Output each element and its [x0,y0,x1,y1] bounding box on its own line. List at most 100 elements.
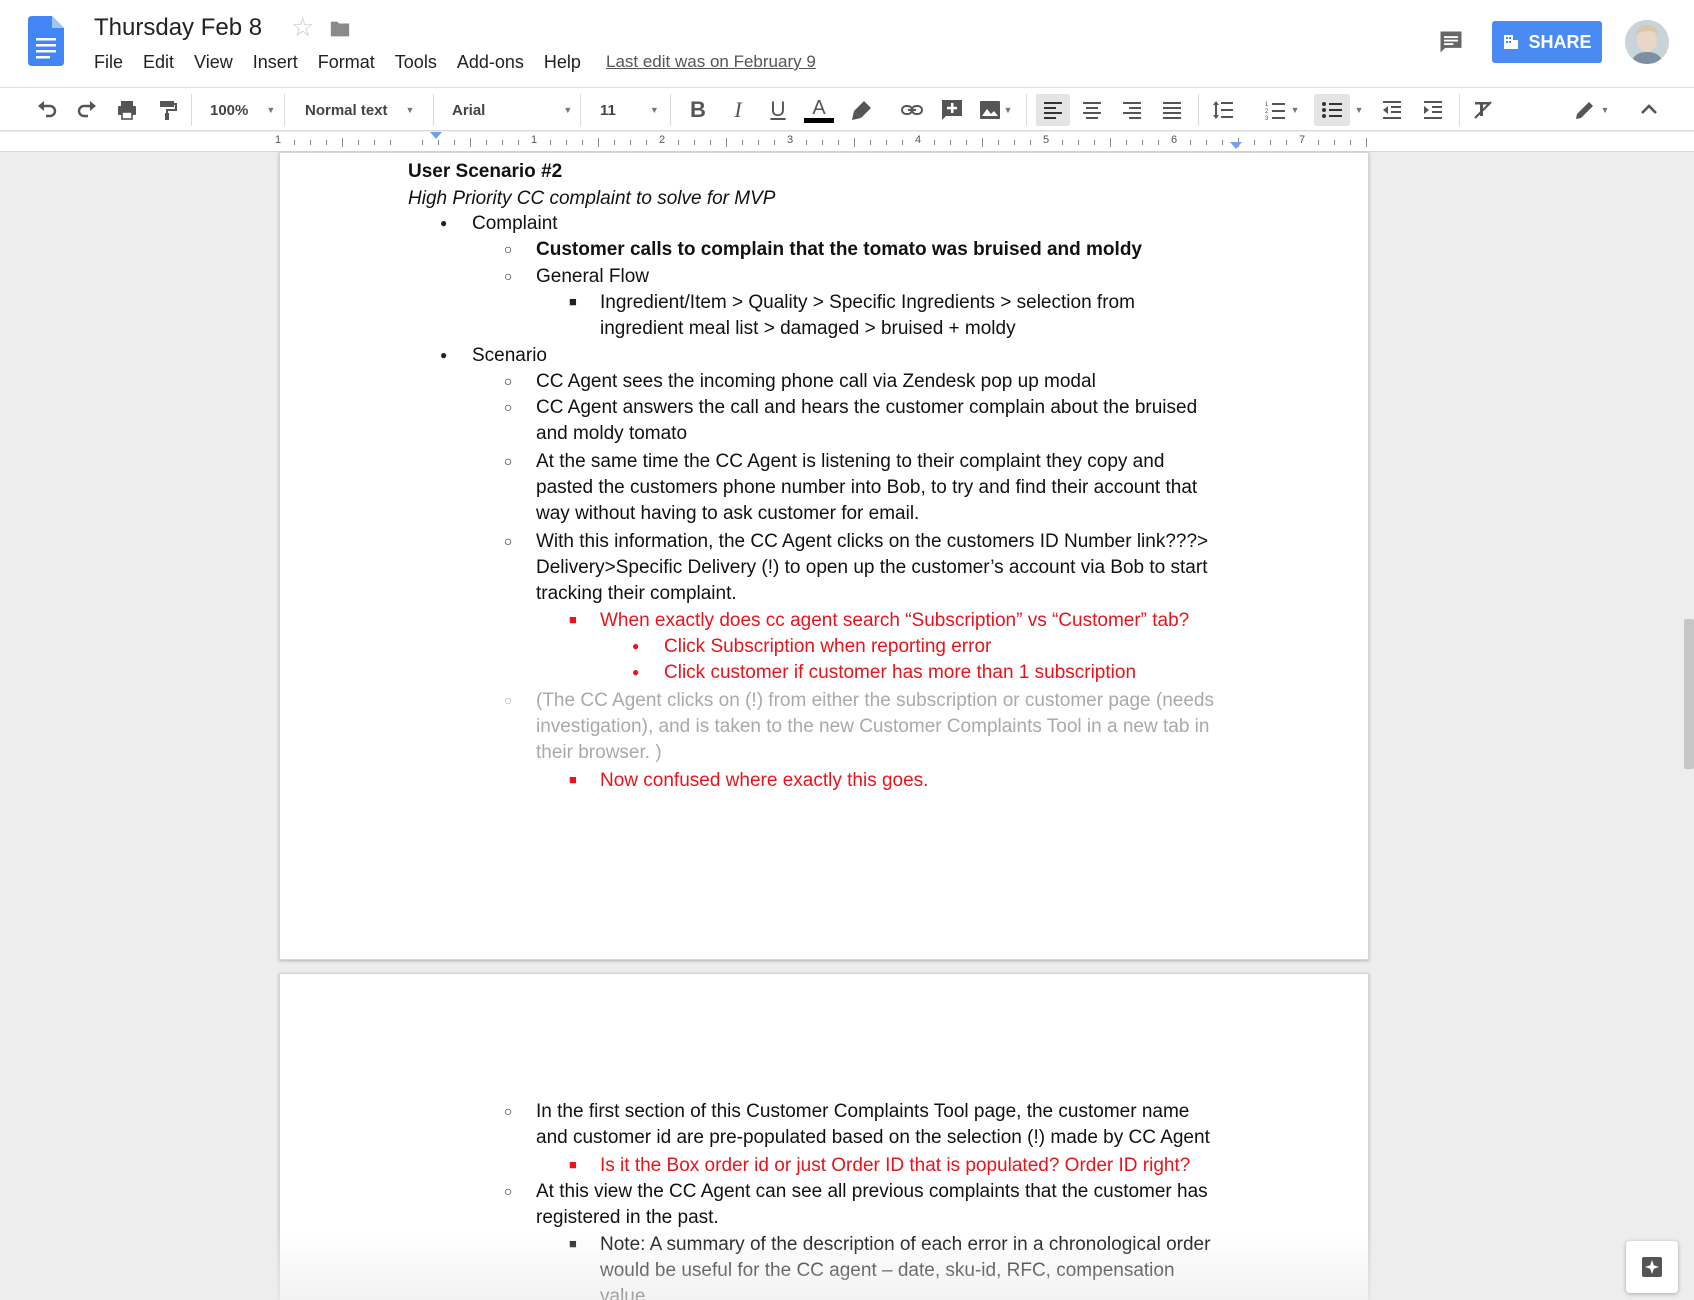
ruler-tick [390,140,391,145]
align-right-icon[interactable] [1117,94,1147,126]
list-item: Customer calls to complain that the toma… [536,239,1142,260]
bullet-disc [632,634,639,661]
last-edit-link[interactable]: Last edit was on February 9 [606,52,816,72]
comment-add-icon[interactable] [937,94,967,126]
list-item: General Flow [536,266,649,287]
ruler-tick [822,140,823,145]
font-family-select[interactable]: Arial ▼ [452,94,572,126]
bullet-square [569,1232,577,1259]
align-center-icon[interactable] [1077,94,1107,126]
menu-bar: File Edit View Insert Format Tools Add-o… [94,50,601,75]
avatar[interactable] [1625,20,1669,64]
star-icon[interactable]: ☆ [291,14,314,40]
menu-format[interactable]: Format [318,50,385,75]
font-size-value: 11 [600,101,616,119]
scrollbar-thumb[interactable] [1684,619,1694,769]
italic-icon[interactable]: I [724,94,752,126]
print-icon[interactable] [112,94,142,126]
chevron-down-icon: ▼ [649,105,659,115]
ruler-number: 1 [531,134,538,146]
menu-file[interactable]: File [94,50,133,75]
menu-help[interactable]: Help [544,50,591,75]
ruler-tick [1014,140,1015,145]
right-margin-marker-icon[interactable] [1230,142,1242,149]
image-icon[interactable]: ▼ [975,94,1015,126]
folder-icon[interactable] [329,18,351,40]
paragraph-style-select[interactable]: Normal text ▼ [305,94,414,126]
list-item-continuation: and customer id are pre-populated based … [536,1127,1210,1148]
svg-text:2: 2 [1265,109,1269,115]
editing-mode-icon[interactable]: ▼ [1568,94,1614,126]
align-justify-icon[interactable] [1157,94,1187,126]
list-item-continuation: tracking their complaint. [536,583,737,604]
toolbar-divider [1026,94,1027,126]
ruler-number: 5 [1043,134,1050,146]
share-button[interactable]: SHARE [1492,21,1602,63]
line-spacing-icon[interactable] [1208,94,1238,126]
comments-icon[interactable] [1436,28,1466,56]
redo-icon[interactable] [72,94,102,126]
ruler-tick [694,140,695,145]
document-title[interactable]: Thursday Feb 8 [94,14,262,42]
collapse-icon[interactable] [1634,94,1664,126]
document-page-2[interactable]: In the first section of this Customer Co… [279,973,1369,1300]
paint-format-icon[interactable] [152,94,182,126]
undo-icon[interactable] [32,94,62,126]
ruler-tick [518,140,519,145]
toolbar-divider [433,94,434,126]
explore-button[interactable] [1626,1241,1678,1293]
bullet-circle [504,1179,512,1205]
bullet-options-chevron-icon[interactable]: ▼ [1352,94,1366,126]
ruler-tick [1110,138,1111,147]
ruler-tick [854,138,855,147]
share-label: SHARE [1528,31,1592,52]
user-avatar-icon [1625,20,1669,64]
increase-indent-icon[interactable] [1418,94,1448,126]
list-item: Note: A summary of the description of ea… [600,1234,1211,1255]
document-page-1[interactable]: User Scenario #2 High Priority CC compla… [279,152,1369,960]
bulleted-list-icon[interactable] [1314,94,1350,126]
ruler-tick [486,140,487,145]
scrollbar[interactable] [1684,152,1694,1300]
ruler-tick [502,140,503,145]
zoom-select[interactable]: 100% ▼ [210,94,275,126]
bullet-circle [504,237,512,263]
link-icon[interactable] [896,94,928,126]
list-item-continuation: registered in the past. [536,1207,719,1228]
font-size-select[interactable]: 11 ▼ [600,94,659,126]
indent-marker-icon[interactable] [430,132,442,139]
ruler-tick [614,140,615,145]
chevron-down-icon: ▼ [563,105,573,115]
menu-insert[interactable]: Insert [253,50,308,75]
menu-edit[interactable]: Edit [143,50,184,75]
align-left-icon[interactable] [1036,94,1070,126]
ruler-tick [966,140,967,145]
numbered-list-icon[interactable]: 123 ▼ [1258,94,1304,126]
ruler-tick [870,140,871,145]
clear-formatting-icon[interactable] [1468,94,1498,126]
bullet-circle [504,529,512,555]
list-item: Scenario [472,345,547,366]
ruler-tick [774,140,775,145]
bullet-disc [440,343,447,370]
text-color-icon[interactable]: A [803,94,835,126]
list-item-question: Now confused where exactly this goes. [600,770,929,791]
menu-tools[interactable]: Tools [395,50,447,75]
menu-addons[interactable]: Add-ons [457,50,534,75]
docs-logo-icon[interactable] [28,16,64,66]
ruler-number: 2 [659,134,666,146]
list-item-answer: Click customer if customer has more than… [664,662,1137,683]
underline-icon[interactable]: U [764,94,792,126]
svg-text:3: 3 [1265,116,1269,122]
bullet-circle [504,688,512,714]
highlight-icon[interactable] [847,94,877,126]
explore-sparkle-icon [1642,1257,1662,1277]
bullet-circle [504,449,512,475]
list-item: At the same time the CC Agent is listeni… [536,451,1165,472]
docs-app: Thursday Feb 8 ☆ File Edit View Insert F… [0,0,1694,1300]
menu-view[interactable]: View [194,50,243,75]
chevron-down-icon: ▼ [405,105,415,115]
bold-icon[interactable]: B [684,94,712,126]
decrease-indent-icon[interactable] [1377,94,1407,126]
zoom-value: 100% [210,101,249,119]
